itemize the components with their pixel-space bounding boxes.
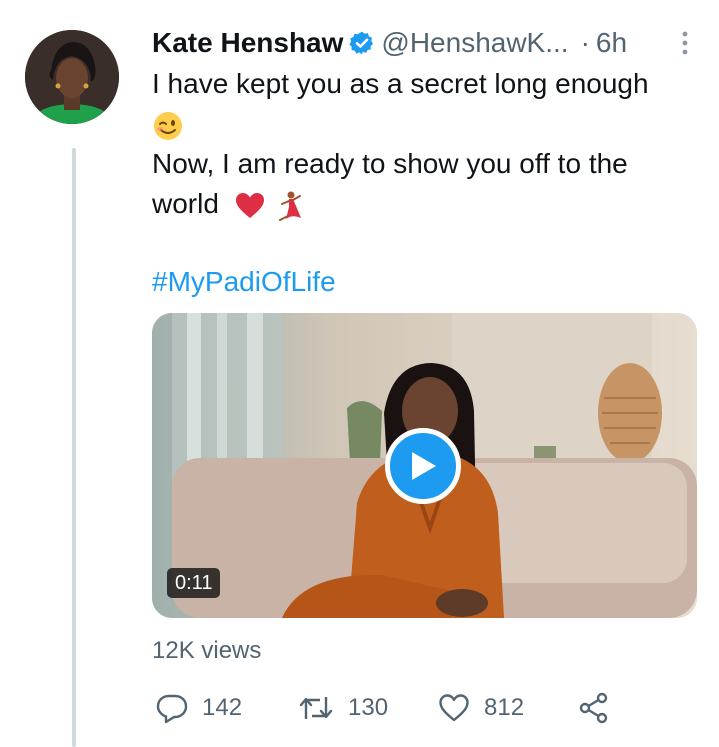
reply-icon [156,694,188,724]
video-player[interactable]: 0:11 [152,313,697,618]
tweet-text: I have kept you as a secret long enough … [152,64,697,224]
winking-face-emoji-icon [154,111,182,140]
share-button[interactable] [578,688,624,728]
thread-line [72,148,76,747]
share-icon [579,692,608,724]
retweet-button[interactable]: 130 [298,688,388,728]
view-count: 12K views [152,637,262,664]
video-duration-badge: 0:11 [167,568,221,598]
avatar-image [25,30,119,124]
tweet-header: Kate Henshaw @HenshawK... · 6h [152,24,697,62]
like-count: 812 [484,694,525,721]
tweet-text-line-2: Now, I am ready to show you off to the [152,148,628,179]
tweet-text-line-3: world [152,188,219,219]
play-icon [412,452,436,480]
heart-icon [439,694,469,722]
author-handle[interactable]: @HenshawK... [381,27,568,59]
tweet-text-line-3-wrapper: world [152,184,697,224]
hashtag-link[interactable]: #MyPadiOfLife [152,262,336,302]
dancer-emoji-icon [279,191,302,221]
reply-button[interactable]: 142 [156,688,242,728]
red-heart-emoji-icon [235,192,264,218]
like-button[interactable]: 812 [438,688,524,728]
avatar[interactable] [25,30,119,124]
play-button[interactable] [385,428,461,504]
retweet-icon [299,697,333,719]
separator-dot: · [580,27,590,58]
retweet-count: 130 [348,694,389,721]
tweet-text-line-1: I have kept you as a secret long enough [152,68,649,99]
tweet-time[interactable]: 6h [596,27,627,59]
more-vertical-icon[interactable] [673,30,697,56]
tweet-text-emoji-line [152,104,697,144]
action-bar: 142 130 812 [152,688,697,728]
reply-count: 142 [202,694,243,721]
verified-badge-icon [349,31,374,55]
author-name[interactable]: Kate Henshaw [152,27,343,59]
